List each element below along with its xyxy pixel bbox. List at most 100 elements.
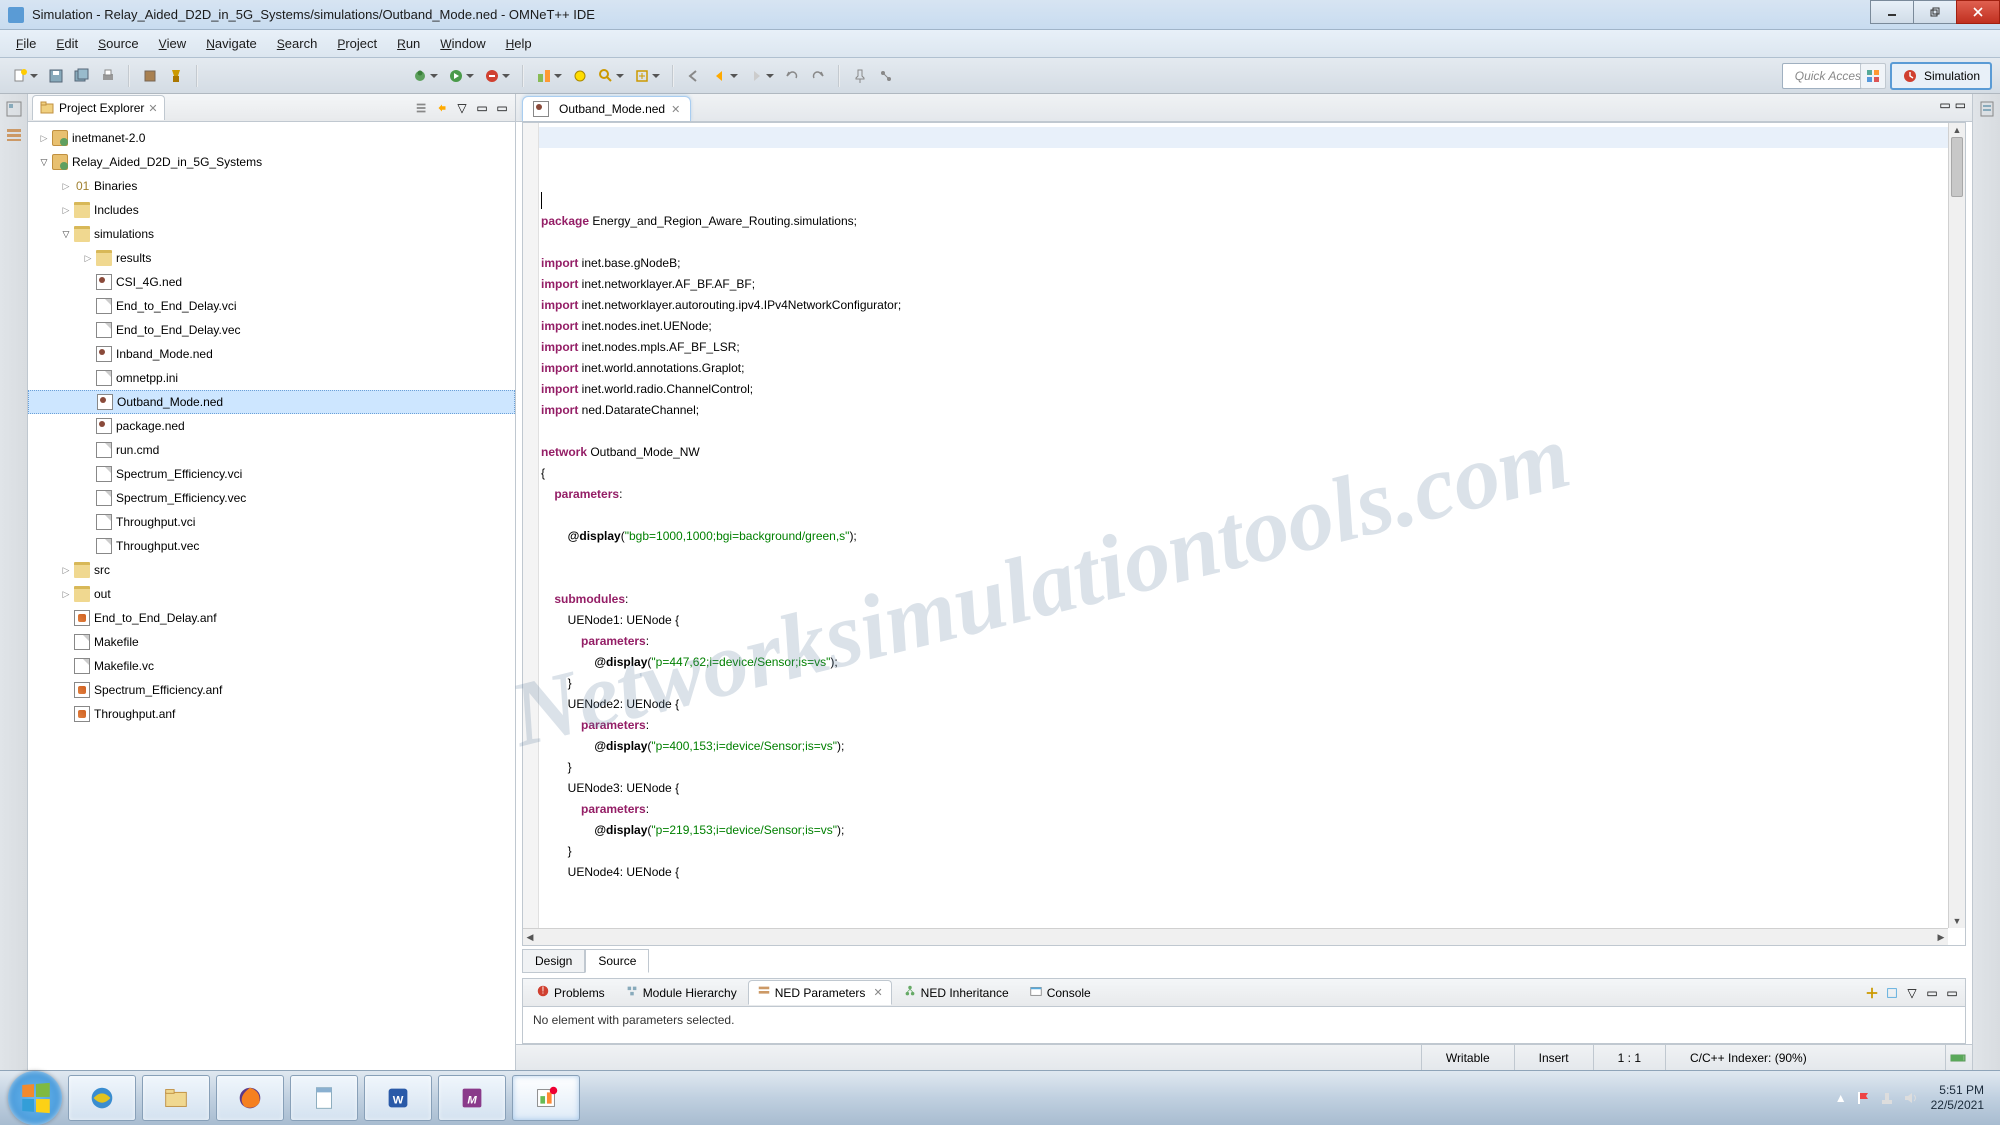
bottom-tab-ned-parameters[interactable]: NED Parameters✕ [748,980,892,1005]
close-button[interactable] [1956,0,2000,24]
tree-item-outband-mode-ned[interactable]: Outband_Mode.ned [28,390,515,414]
pin-button[interactable] [848,64,872,88]
tree-item-spectrum-efficiency-vec[interactable]: Spectrum_Efficiency.vec [28,486,515,510]
taskbar-explorer[interactable] [142,1075,210,1121]
taskbar-omnetpp[interactable] [512,1075,580,1121]
tree-item-simulations[interactable]: simulations [28,222,515,246]
taskbar-word[interactable]: W [364,1075,432,1121]
debug-button[interactable] [408,64,432,88]
nav-back-button[interactable] [708,64,732,88]
tree-item-end-to-end-delay-vec[interactable]: End_to_End_Delay.vec [28,318,515,342]
tree-item-inband-mode-ned[interactable]: Inband_Mode.ned [28,342,515,366]
outline-icon[interactable] [5,100,23,118]
redo-button[interactable] [806,64,830,88]
bottom-tab-module-hierarchy[interactable]: Module Hierarchy [616,980,746,1005]
tree-item-makefile[interactable]: Makefile [28,630,515,654]
menu-window[interactable]: Window [430,32,495,55]
tree-item-omnetpp-ini[interactable]: omnetpp.ini [28,366,515,390]
print-button[interactable] [96,64,120,88]
menu-source[interactable]: Source [88,32,149,55]
save-button[interactable] [44,64,68,88]
scrollbar-thumb[interactable] [1951,137,1963,197]
tree-item-throughput-anf[interactable]: Throughput.anf [28,702,515,726]
project-explorer-tab[interactable]: Project Explorer ✕ [32,95,165,120]
editor-maximize-button[interactable]: ▭ [1955,98,1966,112]
editor-tab-close-icon[interactable]: ✕ [671,103,680,116]
bp-action2[interactable] [1883,984,1901,1002]
taskbar-notepad[interactable] [290,1075,358,1121]
menu-search[interactable]: Search [267,32,328,55]
save-all-button[interactable] [70,64,94,88]
project-tree[interactable]: inetmanet-2.0Relay_Aided_D2D_in_5G_Syste… [28,122,515,1070]
new-button[interactable] [8,64,32,88]
tree-item-spectrum-efficiency-anf[interactable]: Spectrum_Efficiency.anf [28,678,515,702]
collapse-all-button[interactable] [413,99,431,117]
bp-maximize[interactable]: ▭ [1943,984,1961,1002]
nav-forward-button[interactable] [744,64,768,88]
tree-item-binaries[interactable]: 010Binaries [28,174,515,198]
bottom-tab-ned-inheritance[interactable]: NED Inheritance [894,980,1018,1005]
tree-item-makefile-vc[interactable]: Makefile.vc [28,654,515,678]
tray-clock[interactable]: 5:51 PM 22/5/2021 [1931,1083,1984,1113]
tree-item-package-ned[interactable]: package.ned [28,414,515,438]
tree-item-out[interactable]: out [28,582,515,606]
editor-minimize-button[interactable]: ▭ [1939,98,1950,112]
bp-minimize[interactable]: ▭ [1923,984,1941,1002]
open-perspective-button[interactable] [1860,63,1886,89]
minimize-button[interactable] [1870,0,1914,24]
perspective-simulation[interactable]: Simulation [1890,62,1992,90]
restore-button[interactable] [1913,0,1957,24]
menu-navigate[interactable]: Navigate [196,32,267,55]
tray-network-icon[interactable] [1879,1090,1895,1106]
properties-icon[interactable] [5,126,23,144]
menu-run[interactable]: Run [387,32,430,55]
external-tools-button[interactable] [480,64,504,88]
bottom-tab-console[interactable]: Console [1020,980,1100,1005]
find-button[interactable] [594,64,618,88]
new-ned-button[interactable] [532,64,556,88]
tree-item-results[interactable]: results [28,246,515,270]
tree-item-throughput-vci[interactable]: Throughput.vci [28,510,515,534]
editor-mode-tab-source[interactable]: Source [585,949,649,973]
view-menu-button[interactable]: ▽ [453,99,471,117]
menu-edit[interactable]: Edit [46,32,88,55]
tree-item-throughput-vec[interactable]: Throughput.vec [28,534,515,558]
editor-mode-tab-design[interactable]: Design [522,949,585,973]
tree-item-includes[interactable]: Includes [28,198,515,222]
link-editor-button[interactable] [433,99,451,117]
taskbar-app-m[interactable]: M [438,1075,506,1121]
outline-right-icon[interactable] [1978,100,1996,118]
bp-action1[interactable] [1863,984,1881,1002]
tray-flag-icon[interactable] [1855,1090,1871,1106]
tree-item-run-cmd[interactable]: run.cmd [28,438,515,462]
tree-item-src[interactable]: src [28,558,515,582]
tree-item-relay-aided-d2d-in-5g-systems[interactable]: Relay_Aided_D2D_in_5G_Systems [28,150,515,174]
menu-help[interactable]: Help [496,32,542,55]
bottom-tab-problems[interactable]: !Problems [527,980,614,1005]
source-editor[interactable]: package Energy_and_Region_Aware_Routing.… [539,123,1965,945]
clean-button[interactable] [164,64,188,88]
taskbar-firefox[interactable] [216,1075,284,1121]
run-button[interactable] [444,64,468,88]
explorer-close-icon[interactable]: ✕ [148,102,157,115]
maximize-view-button[interactable]: ▭ [493,99,511,117]
menu-project[interactable]: Project [327,32,387,55]
status-progress-icon[interactable] [1945,1045,1972,1070]
start-button[interactable] [8,1071,62,1125]
tree-item-spectrum-efficiency-vci[interactable]: Spectrum_Efficiency.vci [28,462,515,486]
taskbar-ie[interactable] [68,1075,136,1121]
menu-view[interactable]: View [149,32,197,55]
tray-volume-icon[interactable] [1903,1090,1919,1106]
tree-item-csi-4g-ned[interactable]: CSI_4G.ned [28,270,515,294]
minimize-view-button[interactable]: ▭ [473,99,491,117]
tab-close-icon[interactable]: ✕ [873,986,882,999]
bp-view-menu[interactable]: ▽ [1903,984,1921,1002]
link-button[interactable] [874,64,898,88]
validate-button[interactable] [568,64,592,88]
horizontal-scrollbar[interactable]: ◀ ▶ [523,928,1948,945]
build-button[interactable] [138,64,162,88]
tree-item-end-to-end-delay-anf[interactable]: End_to_End_Delay.anf [28,606,515,630]
tree-item-inetmanet-2-0[interactable]: inetmanet-2.0 [28,126,515,150]
editor-tab-outband[interactable]: Outband_Mode.ned ✕ [522,96,691,121]
tree-item-end-to-end-delay-vci[interactable]: End_to_End_Delay.vci [28,294,515,318]
